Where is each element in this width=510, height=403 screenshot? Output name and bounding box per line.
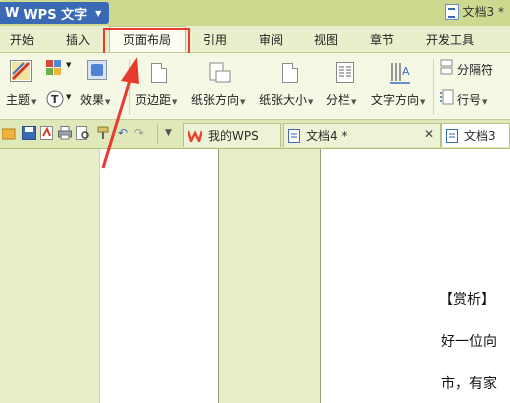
line-numbers-button[interactable]: 行号▼ [457,91,487,108]
print-preview-icon[interactable] [76,126,90,140]
app-name: WPS 文字 [23,7,88,23]
divider [157,124,158,144]
chevron-down-icon[interactable]: ▼ [66,93,71,101]
orientation-icon[interactable] [209,62,231,84]
svg-text:T: T [51,93,59,106]
text-direction-button[interactable]: 文字方向▼ [371,91,425,108]
doc-tab-document4[interactable]: 文档4 * ✕ [283,123,441,147]
theme-button[interactable]: 主题▼ [6,91,36,108]
breaks-button[interactable]: 分隔符 [457,61,493,78]
tab-section[interactable]: 章节 [370,31,394,48]
document-text-line[interactable]: 【赏析】 [439,289,495,309]
margins-icon[interactable] [151,63,167,83]
print-icon[interactable] [58,126,72,140]
chevron-down-icon[interactable]: ▼ [165,128,172,138]
page-gap [218,149,321,403]
page-break-icon[interactable] [440,59,454,75]
save-icon[interactable] [22,126,36,140]
theme-font-icon[interactable]: T [46,90,64,108]
color-scheme-icon[interactable] [46,60,62,76]
document-icon [444,3,459,20]
document-page-left[interactable] [99,149,218,403]
document-page-right[interactable]: 【赏析】 好一位向 市，有家 [321,149,510,403]
tab-home[interactable]: 开始 [10,31,34,48]
close-tab-icon[interactable]: ✕ [424,127,434,141]
document-text-line[interactable]: 市，有家 [441,373,497,393]
document-title-text: 文档3 * [462,5,504,19]
orientation-button[interactable]: 纸张方向▼ [191,91,245,108]
wps-logo-icon [188,129,202,142]
paper-size-button[interactable]: 纸张大小▼ [259,91,313,108]
doc-tab-label: 文档3 [464,129,496,143]
menu-bar: 开始 插入 页面布局 引用 审阅 视图 章节 开发工具 [0,26,510,53]
chevron-down-icon: ▼ [95,8,102,18]
open-folder-icon[interactable] [2,126,16,140]
theme-icon[interactable] [10,60,32,82]
annotation-arrow [101,57,139,169]
document-icon [446,128,458,143]
doc-tab-label: 文档4 * [306,129,348,143]
chevron-down-icon[interactable]: ▼ [66,61,71,69]
document-text-line[interactable]: 好一位向 [441,331,497,351]
doc-tab-my-wps[interactable]: 我的WPS [183,123,281,147]
ribbon-toolbar: 主题▼ ▼ T ▼ 效果▼ 页边距▼ 纸张方向▼ 纸张大小▼ 分栏▼ A 文字方… [0,53,510,120]
wps-app-menu-button[interactable]: W WPS 文字 ▼ [0,2,109,24]
ribbon-divider [433,59,434,115]
columns-button[interactable]: 分栏▼ [326,91,356,108]
line-numbers-icon[interactable] [440,89,454,105]
tab-strip: ↶ ↷ ▼ 我的WPS 文档4 * ✕ 文档3 [0,120,510,149]
wps-logo-icon: W [5,5,20,21]
tab-view[interactable]: 视图 [314,31,338,48]
doc-tab-label: 我的WPS [208,129,259,143]
tab-review[interactable]: 审阅 [259,31,283,48]
doc-tab-document3[interactable]: 文档3 [441,123,510,147]
paper-size-icon[interactable] [282,63,298,83]
text-direction-icon[interactable]: A [389,61,411,85]
tab-insert[interactable]: 插入 [66,31,90,48]
columns-icon[interactable] [336,62,354,84]
document-icon [288,128,300,143]
workspace-left-margin [0,149,99,403]
tab-developer[interactable]: 开发工具 [426,31,474,48]
document-title: 文档3 * [444,3,504,20]
tab-references[interactable]: 引用 [203,31,227,48]
export-pdf-icon[interactable] [40,126,54,140]
svg-text:A: A [402,65,410,78]
